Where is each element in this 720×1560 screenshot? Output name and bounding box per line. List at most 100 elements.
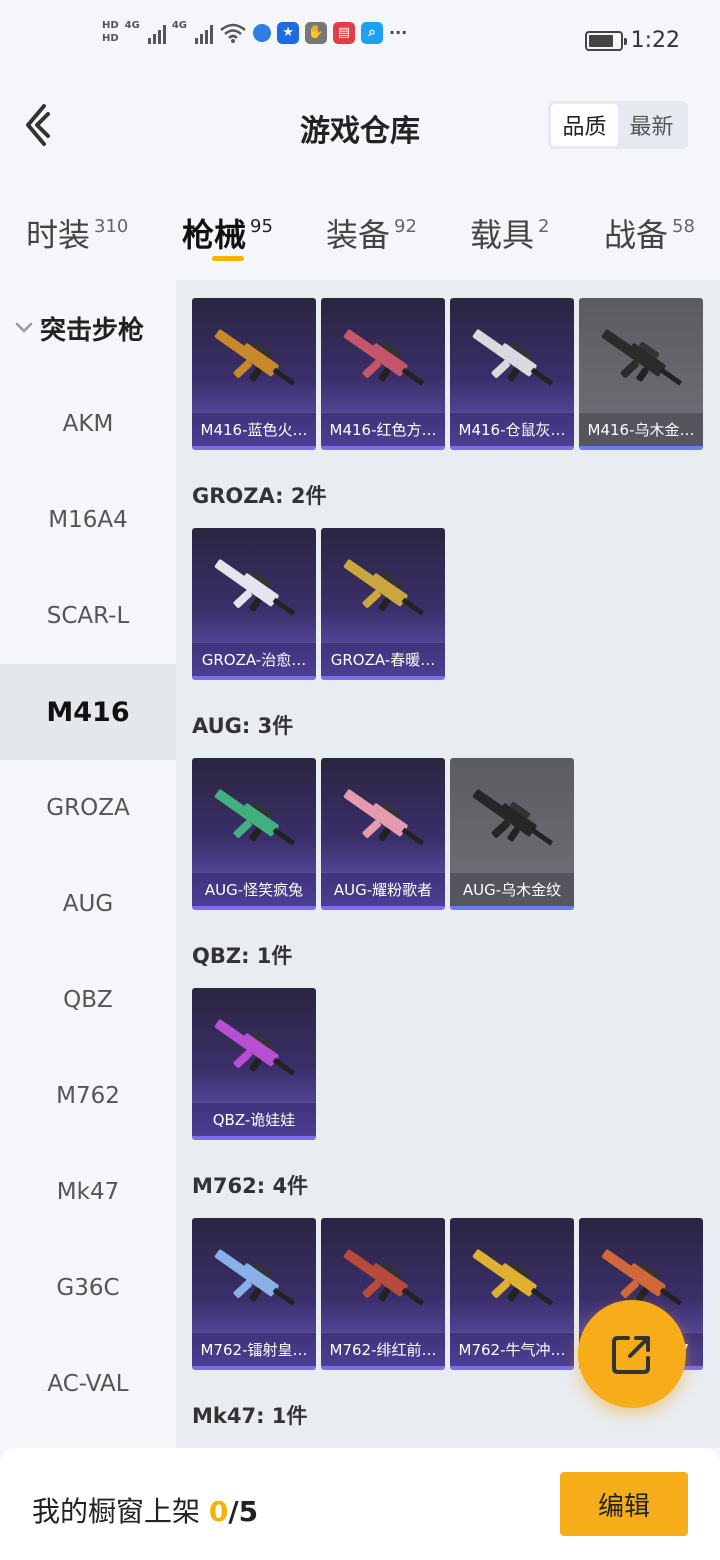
gun-icon	[472, 1249, 554, 1306]
weapon-grid: M416-蓝色火… M416-红色方… M416-仓鼠灰… M416-乌木金… GROZ…	[176, 280, 720, 1448]
weapon-card[interactable]: M416-乌木金…	[579, 298, 703, 450]
weapon-card[interactable]: GROZA-治愈…	[192, 528, 316, 680]
weapon-card-label: M762-绯红前…	[321, 1332, 445, 1366]
weapon-card-label: AUG-怪笑疯兔	[192, 872, 316, 906]
status-icons: HD HD 4G 4G ★ ✋ ▤ ⌕ ···	[102, 20, 407, 45]
sort-option-quality[interactable]: 品质	[551, 104, 618, 146]
tab-label: 枪械	[182, 216, 247, 254]
weapon-card-label: QBZ-诡娃娃	[192, 1102, 316, 1136]
weapon-card-label: M416-仓鼠灰…	[450, 412, 574, 446]
sidebar-item-m762[interactable]: M762	[0, 1048, 176, 1144]
weapon-card[interactable]: QBZ-诡娃娃	[192, 988, 316, 1140]
gun-icon	[343, 329, 425, 386]
weapon-card-label: AUG-耀粉歌者	[321, 872, 445, 906]
sidebar-item-ac-val[interactable]: AC-VAL	[0, 1336, 176, 1432]
showcase-total: 5	[238, 1495, 259, 1528]
network-type-b: 4G	[171, 20, 188, 31]
network-type-a: 4G	[124, 20, 140, 31]
gun-icon	[343, 559, 425, 616]
sort-toggle: 品质 最新	[548, 101, 688, 149]
tab-label: 载具	[470, 216, 535, 254]
weapon-card[interactable]: AUG-耀粉歌者	[321, 758, 445, 910]
weapon-card[interactable]: M416-蓝色火…	[192, 298, 316, 450]
hd2-label: HD	[102, 33, 119, 44]
clock: 1:22	[630, 28, 680, 53]
weapon-card-label: M762-牛气冲…	[450, 1332, 574, 1366]
weapon-card[interactable]: M762-镭射皇…	[192, 1218, 316, 1370]
sidebar-item-qbz[interactable]: QBZ	[0, 952, 176, 1048]
tab-fashion[interactable]: 时装 310	[26, 210, 128, 256]
sidebar-group-assault-rifles[interactable]: 突击步枪	[0, 280, 176, 376]
weapon-card[interactable]: M416-仓鼠灰…	[450, 298, 574, 450]
gun-icon	[214, 789, 296, 846]
section-title: Mk47: 1件	[192, 1404, 308, 1428]
gun-icon	[214, 1249, 296, 1306]
tab-count: 2	[538, 216, 550, 237]
share-button[interactable]	[578, 1300, 686, 1408]
tab-vehicles[interactable]: 载具 2	[470, 210, 549, 256]
hd-indicator: HD HD	[102, 20, 119, 45]
showcase-label: 我的橱窗上架	[32, 1495, 201, 1528]
gun-icon	[472, 329, 554, 386]
category-tabs: 时装 310 枪械 95 装备 92 载具 2 战备 58	[0, 180, 720, 280]
gun-icon	[472, 789, 554, 846]
sidebar-item-mk47[interactable]: Mk47	[0, 1144, 176, 1240]
app-browser-icon	[253, 23, 272, 42]
showcase-separator: /	[228, 1495, 239, 1528]
section-title: QBZ: 1件	[192, 944, 293, 968]
share-icon	[612, 1336, 650, 1374]
sidebar-item-groza[interactable]: GROZA	[0, 760, 176, 856]
sort-option-newest[interactable]: 最新	[618, 104, 685, 146]
tab-supplies[interactable]: 战备 58	[604, 210, 695, 256]
tab-count: 58	[672, 216, 695, 237]
hd1-label: HD	[102, 20, 119, 31]
gun-icon	[214, 1019, 296, 1076]
section-title: M762: 4件	[192, 1174, 309, 1198]
tab-count: 95	[250, 216, 273, 237]
signal-icon-2	[195, 22, 214, 44]
signal-icon	[147, 22, 166, 44]
tab-equipment[interactable]: 装备 92	[326, 210, 417, 256]
weapon-card-label: M416-红色方…	[321, 412, 445, 446]
weapon-card-label: AUG-乌木金纹	[450, 872, 574, 906]
weapon-card[interactable]: AUG-乌木金纹	[450, 758, 574, 910]
app-header: 游戏仓库 品质 最新	[0, 70, 720, 180]
sidebar-item-m16a4[interactable]: M16A4	[0, 472, 176, 568]
weapon-card[interactable]: M416-红色方…	[321, 298, 445, 450]
weapon-card[interactable]: GROZA-春暖…	[321, 528, 445, 680]
bottom-bar: 我的橱窗上架 0/5 编辑	[0, 1448, 720, 1560]
status-right: 1:22	[584, 28, 680, 53]
tab-weapons[interactable]: 枪械 95	[182, 210, 273, 256]
gun-icon	[343, 789, 425, 846]
gun-icon	[601, 329, 683, 386]
weapon-card[interactable]: M762-绯红前…	[321, 1218, 445, 1370]
more-notifications-icon: ···	[389, 23, 408, 42]
weapon-card-label: M416-乌木金…	[579, 412, 703, 446]
gun-icon	[214, 329, 296, 386]
section-title: GROZA: 2件	[192, 484, 327, 508]
sidebar-item-m416[interactable]: M416	[0, 664, 176, 760]
weapon-card-label: GROZA-春暖…	[321, 642, 445, 676]
sidebar-item-aug[interactable]: AUG	[0, 856, 176, 952]
chevron-down-icon	[15, 322, 33, 333]
weapon-card[interactable]: AUG-怪笑疯兔	[192, 758, 316, 910]
weapon-card[interactable]: M762-牛气冲…	[450, 1218, 574, 1370]
sidebar-group-label: 突击步枪	[40, 315, 145, 346]
app-hand-icon: ✋	[305, 21, 328, 44]
edit-button[interactable]: 编辑	[560, 1472, 688, 1536]
gun-icon	[214, 559, 296, 616]
sidebar-item-akm[interactable]: AKM	[0, 376, 176, 472]
showcase-status: 我的橱窗上架 0/5	[32, 1490, 258, 1530]
battery-icon	[584, 30, 627, 51]
weapon-card-label: M762-镭射皇…	[192, 1332, 316, 1366]
showcase-count: 0	[208, 1495, 229, 1528]
weapon-card-label: GROZA-治愈…	[192, 642, 316, 676]
weapon-card-label: M416-蓝色火…	[192, 412, 316, 446]
tab-label: 装备	[326, 216, 391, 254]
sidebar-item-scar-l[interactable]: SCAR-L	[0, 568, 176, 664]
tab-label: 战备	[604, 216, 669, 254]
status-bar: HD HD 4G 4G ★ ✋ ▤ ⌕ ··· 1:22	[0, 0, 720, 70]
sidebar-item-g36c[interactable]: G36C	[0, 1240, 176, 1336]
tab-count: 92	[394, 216, 417, 237]
tab-label: 时装	[26, 216, 91, 254]
